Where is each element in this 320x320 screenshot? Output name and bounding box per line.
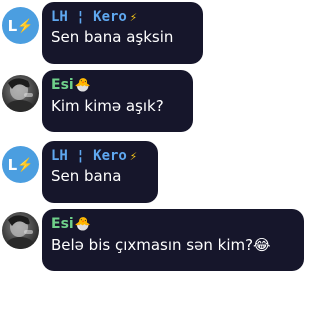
profile-photo-icon — [6, 78, 34, 112]
message-bubble[interactable]: LH ¦ Kero ⚡ Sen bana aşksin — [42, 2, 203, 64]
lightning-icon: ⚡ — [17, 17, 34, 33]
sender-name[interactable]: Esi🐣 — [51, 76, 183, 95]
profile-photo-icon — [6, 215, 34, 249]
message-text: Kim kimə aşık? — [51, 97, 164, 115]
chat-view: L ⚡ LH ¦ Kero ⚡ Sen bana aşksin Esi🐣 Kim k… — [0, 0, 306, 320]
avatar[interactable] — [2, 212, 39, 249]
sender-name-text: LH ¦ Kero — [51, 9, 127, 25]
sender-name-text: LH ¦ Kero — [51, 148, 127, 164]
message-text: Sen bana — [51, 167, 122, 185]
avatar[interactable] — [2, 75, 39, 112]
sender-name[interactable]: LH ¦ Kero ⚡ — [51, 8, 193, 26]
avatar[interactable]: L ⚡ — [2, 7, 39, 44]
sender-name[interactable]: LH ¦ Kero ⚡ — [51, 147, 148, 165]
chick-icon: 🐣 — [74, 217, 91, 232]
lightning-icon: ⚡ — [17, 156, 34, 172]
avatar[interactable]: L ⚡ — [2, 146, 39, 183]
message-bubble[interactable]: Esi🐣 Kim kimə aşık? — [42, 70, 193, 132]
sender-name[interactable]: Esi🐣 — [51, 215, 294, 234]
avatar-letter: L — [7, 16, 18, 35]
sender-name-text: Esi — [51, 77, 74, 93]
message-bubble[interactable]: LH ¦ Kero ⚡ Sen bana — [42, 141, 158, 203]
sender-name-text: Esi — [51, 216, 74, 232]
chick-icon: 🐣 — [74, 78, 91, 93]
lightning-icon: ⚡ — [129, 149, 138, 163]
message-text: Sen bana aşksin — [51, 28, 174, 46]
lightning-icon: ⚡ — [129, 10, 138, 24]
avatar-letter: L — [7, 155, 18, 174]
message-text: Belə bis çıxmasın sən kim?😂 — [51, 236, 271, 254]
message-bubble[interactable]: Esi🐣 Belə bis çıxmasın sən kim?😂 — [42, 209, 304, 271]
